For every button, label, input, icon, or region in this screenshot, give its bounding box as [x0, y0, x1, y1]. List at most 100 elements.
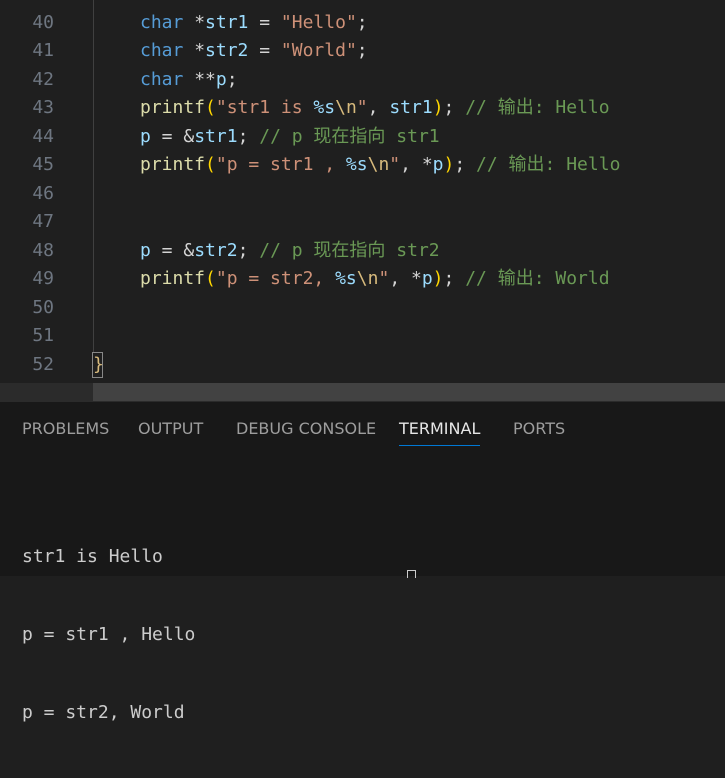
line-number: 45	[32, 154, 54, 175]
code-token: // p 现在指向 str1	[259, 125, 440, 147]
code-token: ;	[443, 268, 466, 289]
code-line[interactable]: 43 printf("str1 is %s\n", str1); // 输出: H…	[0, 94, 725, 123]
terminal-output[interactable]: str1 is Hello p = str1 , Hello p = str2,…	[22, 492, 195, 778]
code-text: char **p;	[140, 66, 238, 95]
code-line-closing[interactable]: 52 }	[0, 351, 725, 380]
code-token: char	[140, 11, 184, 33]
code-token: // 输出: World	[465, 268, 610, 289]
terminal-line: p = str1 , Hello	[22, 624, 196, 645]
code-token: p	[140, 239, 151, 261]
code-token: ,	[367, 97, 390, 118]
panel-tabs: PROBLEMS OUTPUT DEBUG CONSOLE TERMINAL P…	[0, 417, 725, 447]
code-line[interactable]: 40 char *str1 = "Hello";	[0, 9, 725, 38]
code-token: \n	[356, 268, 379, 289]
code-token: char	[140, 40, 184, 61]
line-number: 44	[32, 125, 54, 147]
terminal-line: str1 is Hello	[22, 546, 163, 567]
code-token: %s	[335, 268, 357, 289]
code-token: ;	[237, 239, 260, 261]
code-token: **	[183, 68, 216, 90]
tab-ports[interactable]: PORTS	[513, 417, 565, 445]
tab-output[interactable]: OUTPUT	[138, 417, 203, 445]
line-number: 48	[32, 239, 54, 261]
code-token: "	[378, 268, 390, 289]
code-token: str1	[194, 125, 238, 147]
code-line[interactable]: 48 p = &str2; // p 现在指向 str2	[0, 237, 725, 266]
line-number: 47	[32, 211, 54, 232]
code-token: *	[183, 40, 206, 61]
code-text: printf("p = str2, %s\n", *p); // 输出: Wor…	[140, 265, 610, 294]
code-token: , *	[389, 268, 422, 289]
code-token: "str1 is	[215, 97, 314, 118]
terminal-line: p = str2, World	[22, 702, 185, 723]
code-token: "World"	[280, 40, 357, 61]
line-number: 41	[32, 40, 54, 61]
line-number: 42	[32, 68, 54, 90]
tab-terminal[interactable]: TERMINAL	[399, 417, 481, 446]
code-token: str2	[194, 239, 238, 261]
code-token: )	[443, 154, 455, 175]
code-token: printf	[140, 97, 206, 118]
code-token: p	[432, 154, 444, 175]
code-token: str2	[205, 40, 249, 61]
code-token: (	[205, 154, 216, 175]
code-line[interactable]: 44 p = &str1; // p 现在指向 str1	[0, 123, 725, 152]
code-line[interactable]: 49 printf("p = str2, %s\n", *p); // 输出: W…	[0, 265, 725, 294]
code-text: char *str1 = "Hello";	[140, 9, 368, 38]
code-token: printf	[140, 268, 206, 289]
code-text: p = &str2; // p 现在指向 str2	[140, 237, 440, 266]
code-token: str1	[389, 97, 433, 118]
code-line[interactable]: 47	[0, 208, 725, 237]
code-token: // 输出: Hello	[476, 154, 621, 175]
code-token: \n	[335, 97, 357, 118]
line-number: 49	[32, 268, 54, 289]
code-line[interactable]: 41 char *str2 = "World";	[0, 37, 725, 66]
code-line[interactable]: 51	[0, 322, 725, 351]
code-token: (	[205, 268, 216, 289]
line-number: 52	[32, 354, 54, 375]
code-token: printf	[140, 154, 206, 175]
code-token: char	[140, 68, 184, 90]
code-token: *	[183, 11, 206, 33]
terminal-cursor	[407, 570, 416, 578]
bottom-panel: PROBLEMS OUTPUT DEBUG CONSOLE TERMINAL P…	[0, 401, 725, 723]
tab-problems[interactable]: PROBLEMS	[22, 417, 109, 445]
code-token: "p = str2,	[215, 268, 336, 289]
code-token: str1	[205, 11, 249, 33]
line-number: 51	[32, 325, 54, 346]
code-text: printf("p = str1 , %s\n", *p); // 输出: He…	[140, 151, 620, 180]
code-editor[interactable]: 40 char *str1 = "Hello"; 41 char *str2 = "W…	[0, 0, 725, 383]
code-token: %s	[313, 97, 336, 118]
code-token: ;	[226, 68, 238, 90]
code-token: ;	[443, 97, 466, 118]
code-token: ;	[356, 11, 368, 33]
line-number: 46	[32, 182, 54, 204]
bracket-match-highlight	[92, 352, 103, 378]
horizontal-scrollbar[interactable]	[93, 383, 725, 401]
code-line[interactable]: 45 printf("p = str1 , %s\n", *p); // 输出: …	[0, 151, 725, 180]
code-token: =	[248, 11, 281, 33]
code-text: p = &str1; // p 现在指向 str1	[140, 123, 440, 152]
code-line[interactable]: 46	[0, 180, 725, 209]
code-token: "	[389, 154, 401, 175]
code-token: p	[140, 125, 151, 147]
code-token: (	[205, 97, 216, 118]
code-token: "Hello"	[280, 11, 357, 33]
code-token: p	[421, 268, 433, 289]
code-token: = &	[150, 125, 195, 147]
scrollbar-track-gutter	[0, 383, 93, 401]
code-token: "p = str1 ,	[215, 154, 346, 175]
code-line[interactable]: 42 char **p;	[0, 66, 725, 95]
code-line[interactable]: 50	[0, 294, 725, 323]
code-token: )	[432, 268, 444, 289]
code-token: ;	[356, 40, 368, 61]
code-token: %s	[345, 154, 368, 175]
line-number: 40	[32, 11, 54, 33]
code-token: "	[356, 97, 368, 118]
code-token: )	[432, 97, 444, 118]
tab-debug-console[interactable]: DEBUG CONSOLE	[236, 417, 376, 445]
code-token: = &	[150, 239, 195, 261]
code-token: // p 现在指向 str2	[259, 239, 440, 261]
code-token: ;	[454, 154, 477, 175]
code-token: // 输出: Hello	[465, 97, 610, 118]
